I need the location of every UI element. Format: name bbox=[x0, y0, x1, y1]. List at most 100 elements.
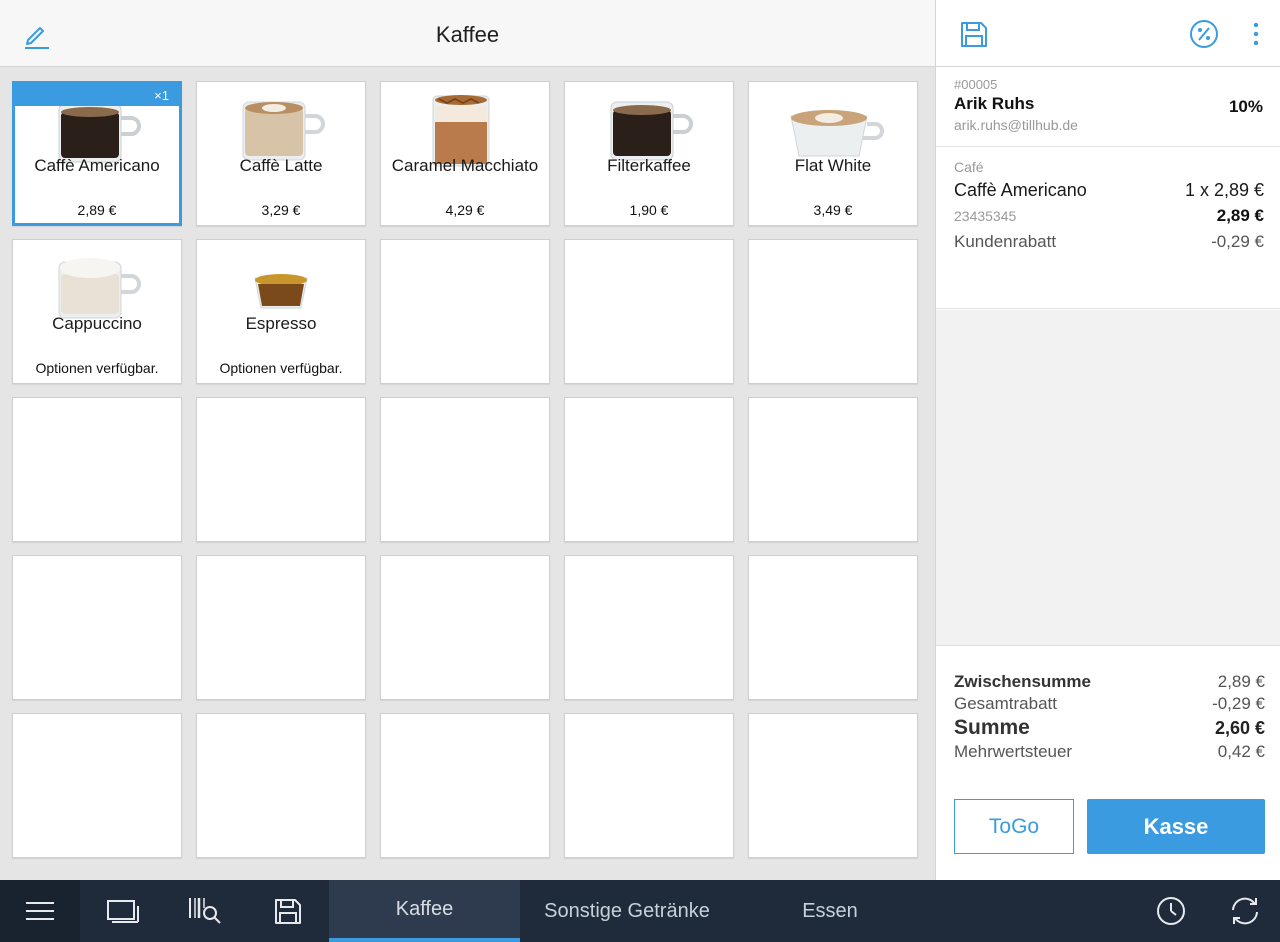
product-tile[interactable]: Caffè Latte 3,29 € bbox=[196, 81, 366, 226]
empty-product-tile[interactable] bbox=[380, 713, 550, 858]
cart-empty-area bbox=[936, 310, 1280, 646]
cart-item-qty-price: 1 x 2,89 € bbox=[1184, 180, 1264, 200]
product-search-button[interactable] bbox=[182, 880, 228, 942]
product-area: Kaffee ×1 Caffè Americano 2,89 € Caffè Latt… bbox=[0, 0, 935, 880]
cart-panel: #00005 Arik Ruhs 10% arik.ruhs@tillhub.d… bbox=[935, 0, 1280, 880]
sync-icon bbox=[1232, 897, 1258, 925]
empty-product-tile[interactable] bbox=[196, 397, 366, 542]
product-tile[interactable]: Caramel Macchiato 4,29 € bbox=[380, 81, 550, 226]
cart-header bbox=[936, 0, 1280, 67]
empty-product-tile[interactable] bbox=[748, 713, 918, 858]
product-price: Optionen verfügbar. bbox=[35, 360, 159, 376]
product-tile[interactable]: Flat White 3,49 € bbox=[748, 81, 918, 226]
empty-product-tile[interactable] bbox=[748, 239, 918, 384]
save-icon bbox=[961, 22, 987, 47]
percent-icon bbox=[1190, 20, 1218, 48]
product-tile[interactable]: Cappuccino Optionen verfügbar. bbox=[12, 239, 182, 384]
empty-product-tile[interactable] bbox=[380, 397, 550, 542]
bottom-bar: Kaffee Sonstige Getränke Essen bbox=[0, 880, 1280, 942]
barcode-search-icon bbox=[189, 898, 221, 924]
total-discount-label: Gesamtrabatt bbox=[954, 694, 1057, 713]
cart-item-sku-row: 23435345 2,89 € bbox=[954, 206, 1264, 226]
clock-icon bbox=[1157, 897, 1185, 925]
screens-button[interactable] bbox=[100, 880, 146, 942]
empty-product-tile[interactable] bbox=[748, 397, 918, 542]
total-discount-value: -0,29 € bbox=[1212, 694, 1265, 713]
screen-icon bbox=[107, 900, 139, 923]
tab-sonstige-getraenke[interactable]: Sonstige Getränke bbox=[528, 880, 726, 942]
empty-product-tile[interactable] bbox=[564, 713, 734, 858]
customer-number: #00005 bbox=[954, 77, 998, 92]
empty-product-tile[interactable] bbox=[564, 555, 734, 700]
sum-label: Summe bbox=[954, 716, 1030, 739]
cart-items: Café Caffè Americano 1 x 2,89 € 23435345… bbox=[936, 147, 1280, 309]
product-grid: ×1 Caffè Americano 2,89 € Caffè Latte 3,29 €… bbox=[12, 81, 922, 861]
vat-row: Mehrwertsteuer 0,42 € bbox=[954, 742, 1265, 762]
sum-value: 2,60 € bbox=[1214, 718, 1265, 738]
cart-discount-label: Kundenrabatt bbox=[954, 232, 1057, 251]
product-name: Caffè Americano bbox=[34, 156, 160, 175]
more-vertical-icon bbox=[1253, 22, 1259, 46]
subtotal-row: Zwischensumme 2,89 € bbox=[954, 672, 1265, 692]
product-price: 4,29 € bbox=[445, 202, 485, 218]
product-name: Filterkaffee bbox=[607, 156, 691, 175]
cart-discount-row: Kundenrabatt -0,29 € bbox=[954, 232, 1264, 252]
product-tile[interactable]: Filterkaffee 1,90 € bbox=[564, 81, 734, 226]
empty-product-tile[interactable] bbox=[12, 397, 182, 542]
empty-product-tile[interactable] bbox=[196, 713, 366, 858]
vat-value: 0,42 € bbox=[1217, 742, 1265, 761]
sync-button[interactable] bbox=[1222, 880, 1268, 942]
customer-email: arik.ruhs@tillhub.de bbox=[954, 117, 1078, 133]
product-header: Kaffee bbox=[0, 0, 935, 67]
category-title: Kaffee bbox=[435, 22, 500, 47]
empty-product-tile[interactable] bbox=[196, 555, 366, 700]
product-name: Caffè Latte bbox=[239, 156, 323, 175]
tab-essen[interactable]: Essen bbox=[760, 880, 900, 942]
vat-label: Mehrwertsteuer bbox=[954, 742, 1073, 761]
empty-product-tile[interactable] bbox=[564, 397, 734, 542]
togo-button[interactable]: ToGo bbox=[954, 799, 1074, 854]
empty-product-tile[interactable] bbox=[12, 713, 182, 858]
menu-icon bbox=[26, 902, 54, 920]
save-cart-button[interactable] bbox=[956, 16, 992, 52]
cart-category: Café bbox=[954, 159, 984, 175]
customer-discount: 10% bbox=[1228, 97, 1263, 116]
customer-name: Arik Ruhs bbox=[954, 94, 1035, 113]
product-tile[interactable]: ×1 Caffè Americano 2,89 € bbox=[12, 81, 182, 226]
tab-kaffee[interactable]: Kaffee bbox=[329, 880, 520, 942]
sum-row: Summe 2,60 € bbox=[954, 716, 1265, 740]
cart-discount-value: -0,29 € bbox=[1211, 232, 1264, 251]
product-tile[interactable]: Espresso Optionen verfügbar. bbox=[196, 239, 366, 384]
subtotal-value: 2,89 € bbox=[1217, 672, 1265, 691]
menu-button[interactable] bbox=[0, 880, 80, 942]
product-price: Optionen verfügbar. bbox=[219, 360, 343, 376]
quantity-badge: ×1 bbox=[15, 84, 179, 106]
cart-item-sku: 23435345 bbox=[954, 208, 1017, 224]
total-discount-row: Gesamtrabatt -0,29 € bbox=[954, 694, 1265, 714]
product-price: 3,29 € bbox=[261, 202, 301, 218]
save-icon bbox=[275, 899, 301, 924]
product-price: 1,90 € bbox=[629, 202, 669, 218]
empty-product-tile[interactable] bbox=[748, 555, 918, 700]
cart-item-total: 2,89 € bbox=[1216, 206, 1264, 225]
empty-product-tile[interactable] bbox=[380, 239, 550, 384]
product-name: Flat White bbox=[794, 156, 872, 175]
checkout-button[interactable]: Kasse bbox=[1087, 799, 1265, 854]
discount-button[interactable] bbox=[1186, 16, 1222, 52]
empty-product-tile[interactable] bbox=[12, 555, 182, 700]
customer-info[interactable]: #00005 Arik Ruhs 10% arik.ruhs@tillhub.d… bbox=[936, 67, 1280, 147]
product-name: Caramel Macchiato bbox=[391, 156, 539, 175]
more-button[interactable] bbox=[1238, 16, 1274, 52]
save-transaction-button[interactable] bbox=[265, 880, 311, 942]
product-price: 3,49 € bbox=[813, 202, 853, 218]
product-name: Espresso bbox=[245, 314, 317, 333]
cart-item[interactable]: Caffè Americano 1 x 2,89 € bbox=[954, 180, 1264, 201]
product-price: 2,89 € bbox=[77, 202, 117, 218]
subtotal-label: Zwischensumme bbox=[954, 672, 1091, 691]
history-button[interactable] bbox=[1148, 880, 1194, 942]
product-name: Cappuccino bbox=[52, 314, 142, 333]
totals: Zwischensumme 2,89 € Gesamtrabatt -0,29 … bbox=[936, 672, 1280, 762]
cart-item-name: Caffè Americano bbox=[954, 180, 1087, 200]
empty-product-tile[interactable] bbox=[564, 239, 734, 384]
empty-product-tile[interactable] bbox=[380, 555, 550, 700]
